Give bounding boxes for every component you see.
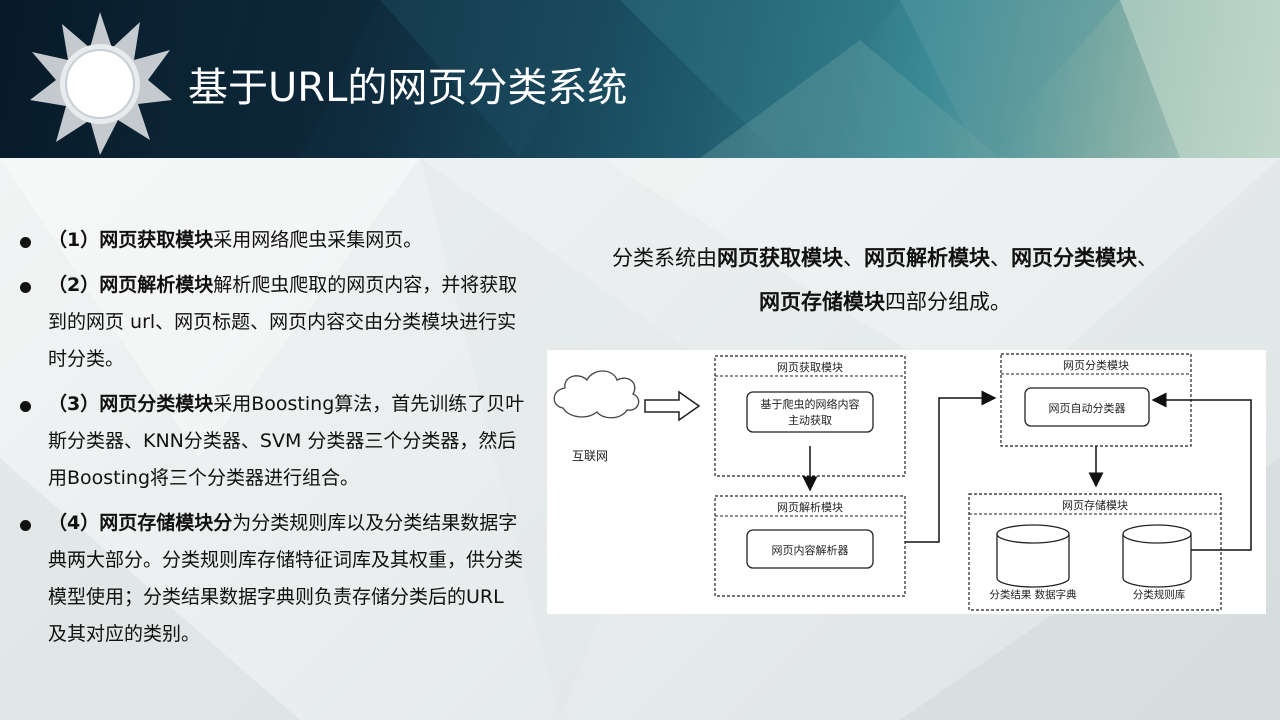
classify-module-label: 网页分类模块: [1063, 358, 1129, 372]
bullet-number: （2）: [48, 274, 100, 296]
summary-module-fetch: 网页获取模块: [717, 246, 843, 270]
fetch-module-label: 网页获取模块: [777, 361, 843, 374]
summary-module-parse: 网页解析模块: [864, 246, 990, 270]
storage-module-label: 网页存储模块: [1062, 498, 1128, 512]
db-rules-label: 分类规则库: [1133, 588, 1186, 601]
fetch-inner-line1: 基于爬虫的网络内容: [761, 397, 860, 411]
architecture-diagram: 互联网 网页获取模块 基于爬虫的网络内容 主动获取 网页解析模块 网页内容解析器: [547, 350, 1266, 614]
bullet-heading: 网页分类模块: [99, 393, 214, 415]
bullet-number: （3）: [48, 393, 100, 415]
summary-prefix: 分类系统由: [612, 246, 717, 270]
parse-module-label: 网页解析模块: [777, 500, 843, 514]
bullet-heading: 网页解析模块: [99, 274, 214, 296]
bullet-number: （4）: [48, 512, 100, 534]
arrow-parse-to-classify: [905, 390, 997, 543]
bullet-item-fetch: （1）网页获取模块采用网络爬虫采集网页。: [18, 222, 528, 259]
db-dictionary-label: 分类结果 数据字典: [989, 588, 1077, 601]
summary-separator: 、: [1137, 246, 1158, 270]
bullet-dot-icon: [20, 237, 31, 248]
summary-module-storage: 网页存储模块: [759, 290, 885, 314]
bullet-heading: 网页获取模块: [99, 229, 214, 251]
parse-inner-label: 网页内容解析器: [772, 543, 849, 557]
classify-inner-label: 网页自动分类器: [1049, 401, 1126, 415]
bullet-dot-icon: [20, 520, 31, 531]
bullet-dot-icon: [20, 401, 31, 412]
internet-label: 互联网: [572, 449, 608, 463]
summary-module-classify: 网页分类模块: [1011, 246, 1137, 270]
database-icon: [996, 524, 1070, 588]
fetch-inner-line2: 主动获取: [788, 414, 832, 427]
bullet-number: （1）: [48, 229, 100, 251]
summary-separator: 、: [990, 246, 1011, 270]
bullet-text: 采用网络爬虫采集网页。: [213, 229, 423, 251]
header-banner: 基于URL的网页分类系统: [0, 0, 1280, 158]
starburst-icon: [30, 12, 172, 155]
database-icon: [1122, 524, 1192, 588]
page-title: 基于URL的网页分类系统: [188, 65, 628, 111]
summary-suffix: 四部分组成。: [885, 290, 1011, 314]
cloud-icon: [553, 370, 640, 419]
bullet-item-storage: （4）网页存储模块分为分类规则库以及分类结果数据字典两大部分。分类规则库存储特征…: [18, 505, 528, 653]
bullet-list: （1）网页获取模块采用网络爬虫采集网页。 （2）网页解析模块解析爬虫爬取的网页内…: [18, 222, 528, 661]
bullet-heading: 网页存储模块分: [99, 512, 233, 534]
system-summary: 分类系统由网页获取模块、网页解析模块、网页分类模块、 网页存储模块四部分组成。: [560, 236, 1210, 324]
hollow-arrow-icon: [644, 390, 701, 422]
bullet-item-classify: （3）网页分类模块采用Boosting算法，首先训练了贝叶斯分类器、KNN分类器…: [18, 386, 528, 497]
slide: 基于URL的网页分类系统 （1）网页获取模块采用网络爬虫采集网页。 （2）网页解…: [0, 0, 1280, 720]
bullet-item-parse: （2）网页解析模块解析爬虫爬取的网页内容，并将获取到的网页 url、网页标题、网…: [18, 267, 528, 378]
summary-separator: 、: [843, 246, 864, 270]
bullet-dot-icon: [20, 282, 31, 293]
